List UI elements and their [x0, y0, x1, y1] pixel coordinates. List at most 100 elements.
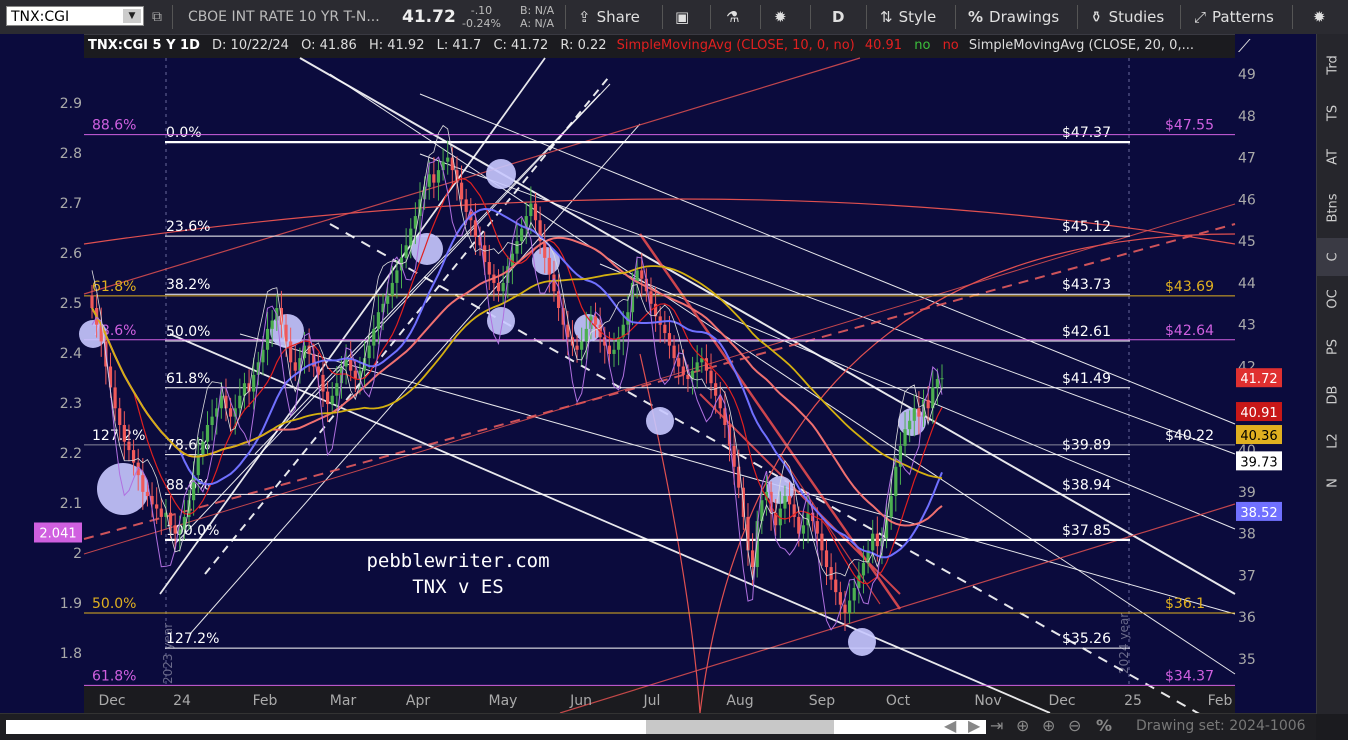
x-axis-tick: Apr	[406, 693, 430, 709]
symbol-selector[interactable]: TNX:CGI ▼	[6, 6, 144, 26]
drawings-button[interactable]: % Drawings	[968, 0, 1059, 34]
right-axis-tick: 44	[1238, 276, 1256, 292]
candle-body	[284, 324, 288, 342]
x-axis-tick: Jul	[643, 693, 661, 709]
candle-body	[838, 592, 842, 605]
tab-db[interactable]: DB	[1317, 376, 1348, 414]
scroll-thumb[interactable]	[646, 720, 834, 734]
gear-icon[interactable]: ✹	[774, 0, 787, 34]
fib-pct-label: 38.2%	[166, 277, 210, 293]
candle-body	[205, 425, 210, 442]
percent-icon[interactable]: %	[1096, 716, 1112, 735]
left-axis-tick: 2.4	[60, 346, 82, 362]
candle-body	[908, 420, 912, 430]
tab-btns[interactable]: Btns	[1317, 186, 1348, 230]
settings-icon[interactable]: ✹	[1313, 0, 1326, 34]
candle-body	[783, 496, 787, 509]
style-button[interactable]: ⇅ Style	[880, 0, 936, 34]
header-sma10-value: 40.91	[864, 38, 903, 53]
candle-body	[543, 241, 547, 258]
drawing-set-label: Drawing set: 2024-1006	[1136, 718, 1306, 734]
left-axis-tick: 2.3	[60, 396, 82, 412]
share-button[interactable]: ⇪ Share	[578, 0, 640, 34]
candle-body	[848, 600, 852, 614]
fib-magenta-price-label: $47.55	[1165, 118, 1214, 134]
header-open: O: 41.86	[301, 38, 357, 53]
snapshot-icon[interactable]: ▣	[675, 0, 689, 34]
candle-body	[159, 508, 163, 517]
chart-type-icon[interactable]: ⟋	[1238, 36, 1251, 57]
link-icon[interactable]: ⧉	[152, 0, 162, 34]
candle-body	[395, 270, 399, 283]
scroll-end-icon[interactable]: ⇥	[990, 716, 1003, 735]
price-chart[interactable]: 2023 year 2024 year 0.0% $47.3723.6% $45.12…	[0, 34, 1316, 713]
header-sma20[interactable]: SimpleMovingAvg (CLOSE, 20, 0,...	[967, 38, 1196, 53]
right-axis-tick: 45	[1238, 234, 1256, 250]
tab-n[interactable]: N	[1317, 464, 1348, 502]
header-sma10-flag1: no	[914, 38, 931, 53]
candle-body	[681, 366, 685, 375]
fib-magenta-price-label: $42.64	[1165, 323, 1214, 339]
x-axis-tick: Jun	[569, 693, 592, 709]
fib-price-label: $39.89	[1062, 438, 1111, 454]
zoom-out-icon[interactable]: ⊖	[1068, 716, 1081, 735]
tab-oc[interactable]: OC	[1317, 280, 1348, 318]
crosshair-icon[interactable]: ⊕	[1016, 716, 1029, 735]
net-change: -.10	[470, 4, 493, 17]
candle-body	[861, 562, 866, 576]
tab-btns-label: Btns	[1325, 193, 1341, 223]
aggregation-button[interactable]: D	[832, 0, 844, 34]
patterns-button[interactable]: ⤢ Patterns	[1194, 0, 1274, 34]
header-sma10-flag2: no	[942, 38, 959, 53]
candle-body	[695, 362, 699, 371]
left-axis-tick: 2	[73, 546, 82, 562]
candle-body	[732, 445, 736, 467]
candle-body	[168, 512, 173, 526]
left-axis-tick: 2.9	[60, 96, 82, 112]
right-axis-tick: 47	[1238, 151, 1256, 167]
tab-trd[interactable]: Trd	[1317, 46, 1348, 84]
scroll-left-icon[interactable]: ◀	[944, 716, 956, 735]
tab-db-label: DB	[1325, 385, 1341, 405]
scroll-track[interactable]	[6, 720, 986, 734]
candle-body	[293, 362, 297, 371]
candle-body	[201, 441, 205, 455]
symbol-description: CBOE INT RATE 10 YR T-N...	[188, 9, 380, 25]
scroll-right-icon[interactable]: ▶	[968, 716, 980, 735]
fib-price-label: $43.73	[1062, 277, 1111, 293]
tab-ts[interactable]: TS	[1317, 94, 1348, 132]
chevron-down-icon[interactable]: ▼	[123, 9, 141, 23]
divider	[760, 5, 761, 29]
studies-button[interactable]: ⚱ Studies	[1090, 0, 1164, 34]
candle-body	[593, 316, 598, 325]
watermark-line1: pebblewriter.com	[366, 550, 549, 572]
zoom-in-icon[interactable]: ⊕	[1042, 716, 1055, 735]
candle-body	[386, 295, 390, 304]
tab-c[interactable]: C	[1317, 238, 1348, 276]
tab-ps[interactable]: PS	[1317, 328, 1348, 366]
chart-header: TNX:CGI 5 Y 1D D: 10/22/24 O: 41.86 H: 4…	[84, 36, 1196, 56]
left-current-value-label: 2.041	[39, 527, 76, 542]
header-sma10[interactable]: SimpleMovingAvg (CLOSE, 10, 0, no)	[615, 38, 857, 53]
tab-at[interactable]: AT	[1317, 138, 1348, 176]
tab-l2[interactable]: L2	[1317, 422, 1348, 460]
price-label: 40.36	[1240, 429, 1277, 444]
flask-icon[interactable]: ⚗	[726, 0, 739, 34]
highlight-circle	[848, 628, 876, 656]
fib-extension-price-label: $40.22	[1165, 428, 1214, 444]
watermark-line2: TNX v ES	[412, 576, 504, 598]
candle-body	[584, 328, 588, 342]
candle-body	[649, 291, 653, 304]
tab-trd-label: Trd	[1325, 55, 1341, 75]
left-axis-tick: 2.1	[60, 496, 82, 512]
left-axis-tick: 1.9	[60, 596, 82, 612]
candle-body	[409, 228, 413, 246]
x-axis-tick: May	[489, 693, 518, 709]
price-label: 40.91	[1240, 406, 1277, 421]
patterns-icon: ⤢	[1194, 8, 1207, 26]
fib-pct-label: 61.8%	[166, 371, 210, 387]
candle-body	[520, 228, 524, 242]
candle-body	[852, 587, 856, 601]
candle-body	[935, 379, 939, 388]
right-axis-tick: 46	[1238, 192, 1256, 208]
